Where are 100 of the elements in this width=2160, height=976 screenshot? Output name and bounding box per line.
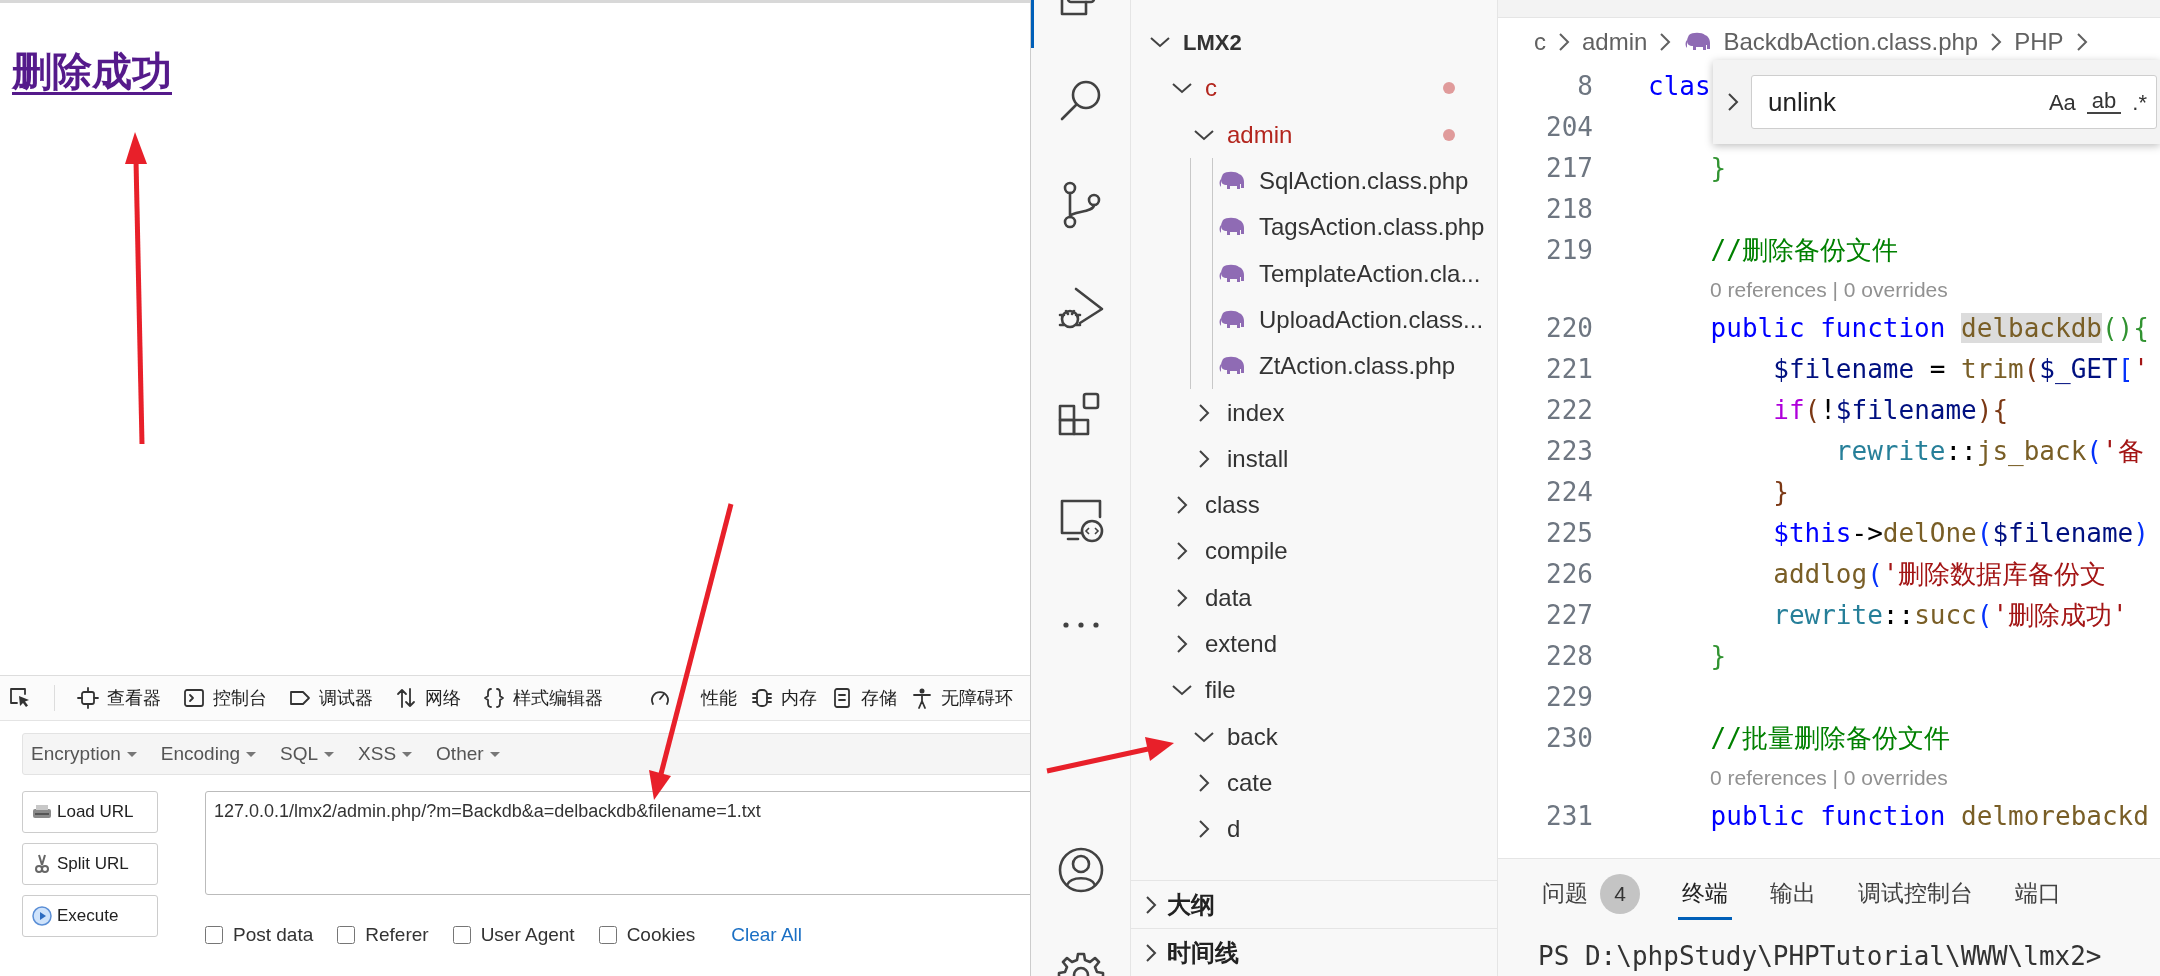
devtools-tab[interactable]: 内存 (751, 684, 817, 712)
tree-item[interactable]: TagsAction.class.php (1131, 204, 1497, 251)
find-option-button[interactable]: .* (2127, 85, 2152, 119)
tree-item[interactable]: d (1131, 806, 1497, 853)
breadcrumb-item[interactable]: BackdbAction.class.php (1683, 24, 1979, 60)
play-icon (31, 905, 53, 927)
devtools-tab[interactable]: 性能 (649, 684, 737, 712)
line-number: 218 (1545, 193, 1593, 226)
chevron-right-icon (1659, 31, 1672, 53)
devtools-tab[interactable]: 网络 (395, 684, 461, 712)
hackbar-button[interactable]: Execute (22, 895, 158, 937)
code-line: } (1772, 476, 1789, 509)
checkbox-label: Cookies (626, 923, 696, 947)
menu-dropdown[interactable]: Encoding (160, 739, 256, 769)
tree-item[interactable]: compile (1131, 528, 1497, 575)
devtools-tab[interactable]: 无障碍环 (911, 684, 1013, 712)
line-number: 204 (1545, 111, 1593, 144)
menu-dropdown[interactable]: Encryption (31, 739, 137, 769)
menu-dropdown[interactable]: XSS (358, 739, 413, 769)
tree-item[interactable]: back (1131, 713, 1497, 760)
line-number: 225 (1545, 517, 1593, 550)
clear-all-link[interactable]: Clear All (731, 921, 803, 950)
line-number: 226 (1545, 558, 1593, 591)
url-field[interactable]: 127.0.0.1/lmx2/admin.php/?m=Backdb&a=delbackdb&filename=1.txt (205, 791, 1030, 895)
devtools-tab[interactable]: 查看器 (77, 684, 161, 712)
line-number: 228 (1545, 640, 1593, 673)
terminal-prompt: PS D:\phpStudy\PHPTutorial\WWW\lmx2> (1538, 940, 2103, 973)
panel-tab[interactable]: 终端 (1678, 870, 1732, 920)
devtools-tab[interactable]: 控制台 (183, 684, 267, 712)
menu-dropdown[interactable]: Other (436, 739, 500, 769)
tree-item[interactable]: ZtAction.class.php (1131, 343, 1497, 390)
checkbox[interactable] (452, 926, 471, 945)
code-line: clas (1648, 70, 1711, 103)
chevron-right-icon (1990, 31, 2003, 53)
code-line: if(!$filename){ (1772, 394, 2009, 427)
tree-item[interactable]: class (1131, 481, 1497, 529)
checkbox-label: Post data (233, 923, 314, 947)
section-header[interactable]: 时间线 (1131, 928, 1497, 976)
breadcrumb-item[interactable]: PHP (2014, 24, 2064, 60)
elephant-icon (1217, 356, 1245, 377)
line-number: 223 (1545, 435, 1593, 468)
code-line: //批量删除备份文件 (1709, 722, 1950, 755)
elephant-icon (1217, 217, 1245, 238)
line-number: 8 (1576, 70, 1593, 103)
chip-icon (751, 687, 773, 709)
tree-item[interactable]: TemplateAction.cla... (1131, 250, 1497, 297)
devtools-tab[interactable]: 调试器 (289, 684, 373, 712)
line-number: 219 (1545, 234, 1593, 267)
panel-tab[interactable]: 调试控制台 (1854, 870, 1977, 920)
console-icon (183, 687, 205, 709)
panel-tab[interactable]: 端口 (2011, 870, 2065, 920)
elephant-icon (1217, 263, 1245, 284)
tree-item[interactable]: file (1131, 667, 1497, 714)
section-header[interactable]: 大纲 (1131, 880, 1497, 928)
line-number: 222 (1545, 394, 1593, 427)
devtools-tab[interactable]: 存储 (831, 684, 897, 712)
tree-item[interactable]: UploadAction.class... (1131, 296, 1497, 344)
tree-item[interactable]: admin (1131, 111, 1497, 158)
tree-item[interactable]: c (1131, 65, 1497, 112)
tree-item[interactable]: data (1131, 574, 1497, 621)
line-number: 231 (1545, 800, 1593, 833)
hackbar-button[interactable]: Split URL (22, 843, 158, 885)
modified-dot (1443, 128, 1455, 141)
chevron-right-icon (1558, 31, 1570, 53)
chevron-right-icon (1727, 91, 1739, 113)
checkbox[interactable] (205, 926, 223, 945)
devtools-tab[interactable]: 样式编辑器 (483, 684, 603, 712)
panel-tab[interactable]: 输出 (1766, 870, 1820, 920)
line-number: 220 (1545, 312, 1593, 345)
tree-item[interactable]: SqlAction.class.php (1131, 157, 1497, 205)
storage-icon (831, 687, 853, 709)
breadcrumb-item[interactable]: admin (1582, 24, 1648, 60)
person-icon (911, 687, 933, 709)
code-line: public function delbackdb(){ (1709, 312, 2149, 345)
elephant-icon (1683, 32, 1712, 52)
tree-item[interactable]: index (1131, 389, 1497, 436)
checkbox[interactable] (337, 926, 356, 945)
panel-tab[interactable]: 问题 4 (1538, 867, 1644, 923)
code-line: } (1709, 640, 1727, 673)
code-line: $filename = trim($_GET[' (1772, 353, 2149, 386)
tree-item[interactable]: extend (1131, 620, 1497, 668)
line-number: 229 (1545, 681, 1593, 714)
checkbox[interactable] (598, 926, 617, 945)
code-line: } (1709, 152, 1727, 185)
find-option-button[interactable]: Aa (2043, 85, 2081, 119)
find-field[interactable]: unlink Aa ab .* (1751, 75, 2157, 129)
tree-item[interactable]: LMX2 (1131, 19, 1497, 66)
hackbar-button[interactable]: Load URL (22, 791, 158, 833)
breadcrumb-item[interactable]: c (1534, 24, 1546, 60)
page-link[interactable]: 删除成功 (12, 49, 172, 93)
menu-dropdown[interactable]: SQL (280, 739, 335, 769)
code-line: rewrite::succ('删除成功' (1772, 599, 2128, 632)
tree-item[interactable]: cate (1131, 759, 1497, 807)
checkbox-label: Referer (365, 923, 429, 947)
code-line: public function delmorebackd (1709, 800, 2149, 833)
modified-dot (1443, 82, 1455, 95)
elephant-icon (1217, 171, 1245, 192)
tree-item[interactable]: install (1131, 435, 1497, 482)
code-line: $this->delOne($filename) (1772, 517, 2149, 550)
find-option-button[interactable]: ab (2086, 90, 2122, 114)
